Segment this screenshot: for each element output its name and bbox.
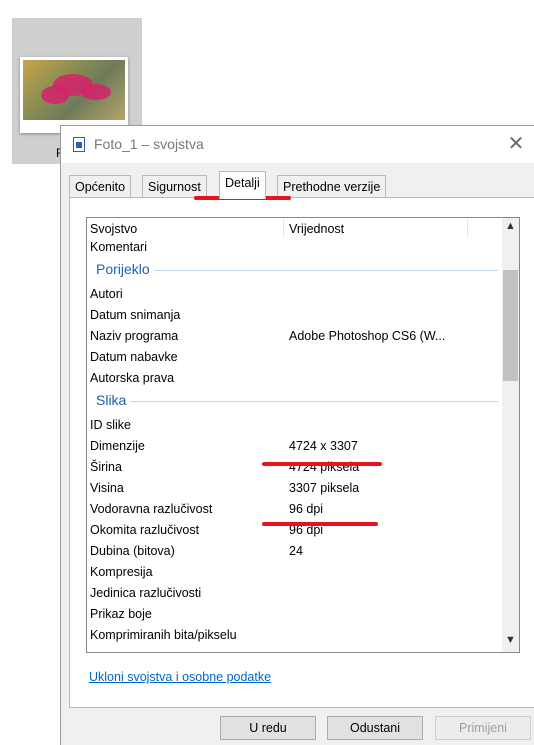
group-divider: [97, 270, 498, 271]
title-bar: Foto_1 – svojstva ✕: [61, 126, 534, 163]
property-name: Komentari: [90, 240, 147, 254]
apply-button[interactable]: Primijeni: [435, 716, 531, 740]
list-item[interactable]: Autori: [87, 284, 502, 305]
list-item[interactable]: Kompresija: [87, 562, 502, 583]
tab-details[interactable]: Detalji: [219, 171, 266, 199]
group-divider: [97, 401, 498, 402]
scroll-up-icon[interactable]: ▲: [502, 220, 519, 236]
list-item[interactable]: Prikaz boje: [87, 604, 502, 625]
list-item[interactable]: Dubina (bitova) 24: [87, 541, 502, 562]
scroll-thumb[interactable]: [503, 270, 518, 381]
vertical-scrollbar[interactable]: ▲ ▼: [502, 218, 519, 652]
property-name: Širina: [90, 460, 122, 474]
close-icon[interactable]: ✕: [504, 132, 528, 156]
list-item[interactable]: Autorska prava: [87, 368, 502, 389]
window-title: Foto_1 – svojstva: [94, 136, 204, 152]
list-item[interactable]: Dimenzije 4724 x 3307: [87, 436, 502, 457]
photo-preview: [23, 60, 125, 120]
property-name: Autori: [90, 287, 123, 301]
property-name: ID slike: [90, 418, 131, 432]
property-name: Okomita razlučivost: [90, 523, 200, 537]
cancel-button[interactable]: Odustani: [327, 716, 423, 740]
group-title: Porijeklo: [96, 261, 154, 277]
property-name: Prikaz boje: [90, 607, 152, 621]
property-name: Datum snimanja: [90, 308, 181, 322]
property-name: Vodoravna razlučivost: [90, 502, 213, 516]
file-thumbnail[interactable]: [20, 57, 128, 133]
group-header-image: Slika: [87, 390, 502, 413]
property-value: 4724 x 3307: [289, 439, 358, 453]
annotation-underline-resolution: [262, 522, 378, 526]
list-item[interactable]: Vodoravna razlučivost 96 dpi: [87, 499, 502, 520]
list-item[interactable]: Datum snimanja: [87, 305, 502, 326]
tab-previous-versions[interactable]: Prethodne verzije: [277, 175, 387, 197]
list-item[interactable]: Naziv programa Adobe Photoshop CS6 (W...: [87, 326, 502, 347]
property-name: Jedinica razlučivosti: [90, 586, 202, 600]
ok-button[interactable]: U redu: [220, 716, 316, 740]
tab-general[interactable]: Općenito: [69, 175, 132, 197]
list-item[interactable]: Komentari: [87, 237, 502, 258]
column-value[interactable]: Vrijednost: [289, 222, 344, 236]
property-value: Adobe Photoshop CS6 (W...: [289, 329, 446, 343]
column-divider: [467, 220, 468, 236]
column-divider: [283, 220, 284, 236]
property-name: Visina: [90, 481, 124, 495]
list-item[interactable]: Datum nabavke: [87, 347, 502, 368]
property-list[interactable]: Svojstvo Vrijednost Komentari Porijeklo …: [86, 217, 520, 653]
properties-window: Foto_1 – svojstva ✕ Općenito Sigurnost D…: [60, 125, 534, 745]
property-value: 3307 piksela: [289, 481, 360, 495]
property-name: Komprimiranih bita/pikselu: [90, 628, 237, 642]
annotation-underline-dimensions: [262, 462, 382, 466]
property-name: Datum nabavke: [90, 350, 178, 364]
column-property[interactable]: Svojstvo: [90, 222, 137, 236]
group-header-origin: Porijeklo: [87, 259, 502, 282]
list-item[interactable]: Visina 3307 piksela: [87, 478, 502, 499]
list-item[interactable]: Komprimiranih bita/pikselu: [87, 625, 502, 646]
list-header: Svojstvo Vrijednost: [87, 218, 502, 239]
property-name: Naziv programa: [90, 329, 179, 343]
property-name: Autorska prava: [90, 371, 175, 385]
property-name: Dubina (bitova): [90, 544, 175, 558]
file-icon: [73, 137, 85, 152]
list-item[interactable]: ID slike: [87, 415, 502, 436]
group-title: Slika: [96, 392, 131, 408]
scroll-down-icon[interactable]: ▼: [502, 634, 519, 650]
property-value: 24: [289, 544, 303, 558]
property-value: 96 dpi: [289, 502, 324, 516]
details-panel: Svojstvo Vrijednost Komentari Porijeklo …: [69, 197, 534, 708]
tab-security[interactable]: Sigurnost: [142, 175, 207, 197]
property-name: Dimenzije: [90, 439, 145, 453]
property-name: Kompresija: [90, 565, 153, 579]
remove-properties-link[interactable]: Ukloni svojstva i osobne podatke: [89, 670, 271, 684]
list-item[interactable]: Širina 4724 piksela: [87, 457, 502, 478]
list-item[interactable]: Jedinica razlučivosti: [87, 583, 502, 604]
